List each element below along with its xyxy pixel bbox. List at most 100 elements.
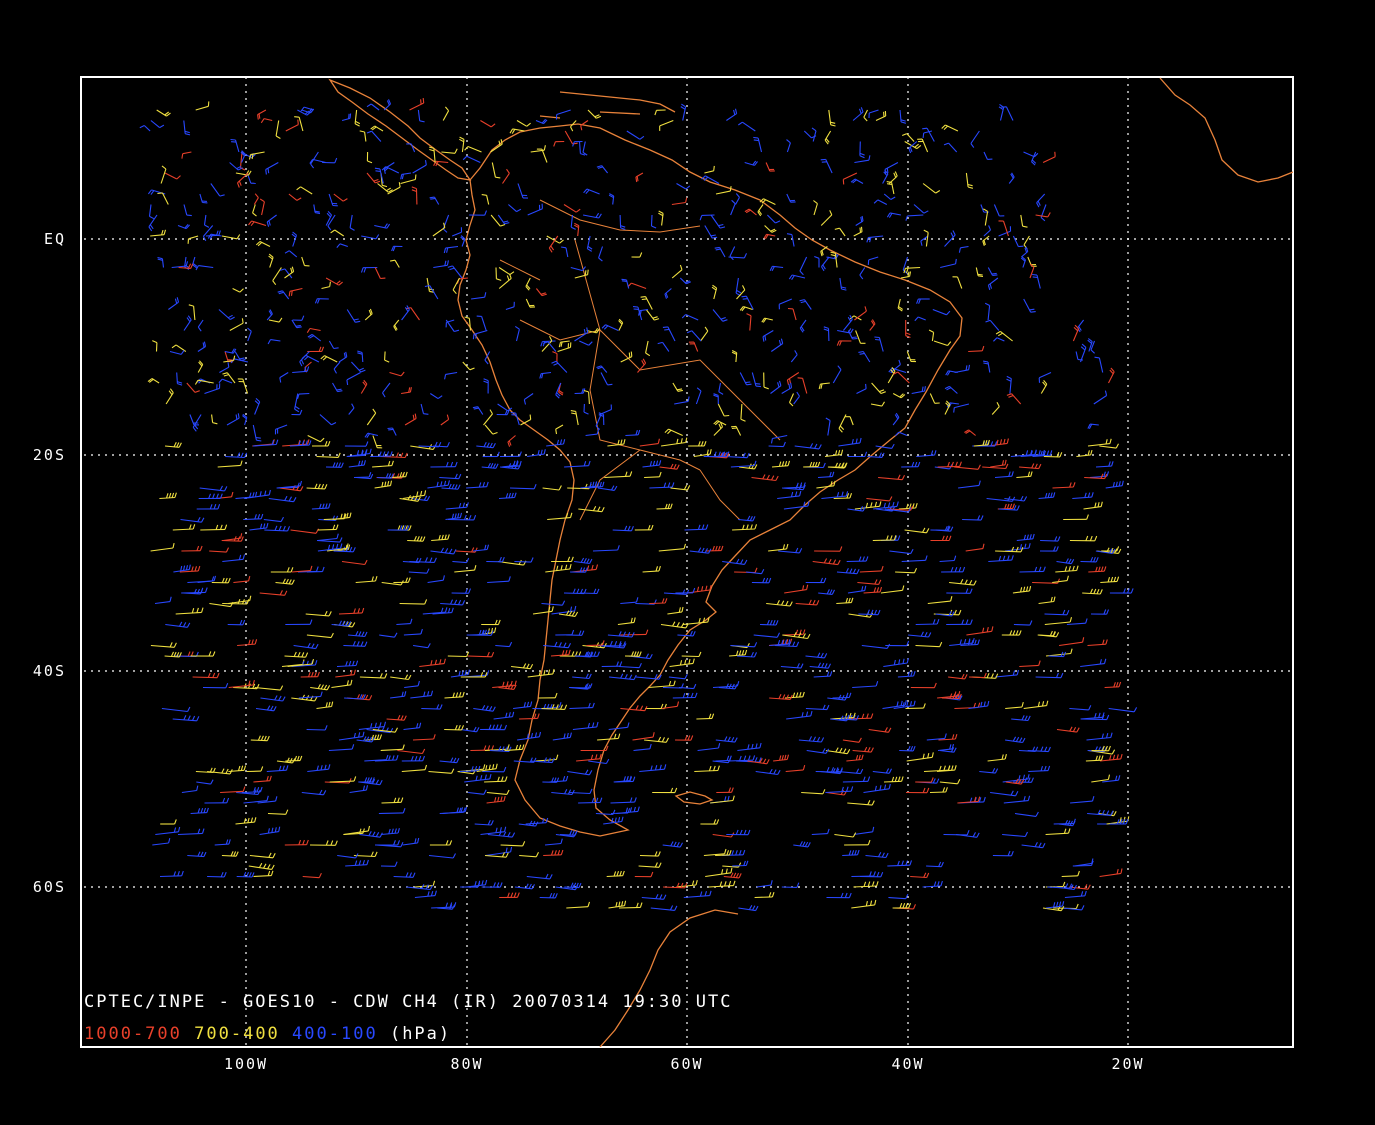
wind-barb	[626, 130, 645, 140]
wind-barb	[432, 222, 446, 237]
wind-barb	[859, 141, 865, 159]
wind-barb	[267, 809, 289, 815]
wind-barb	[180, 517, 205, 523]
wind-barb	[509, 483, 537, 490]
wind-barb	[917, 138, 929, 153]
wind-barb	[870, 401, 885, 407]
wind-barb	[670, 484, 691, 491]
wind-barb	[704, 165, 715, 174]
wind-barb	[910, 872, 930, 879]
wind-barb	[620, 705, 648, 712]
wind-barb	[370, 125, 384, 132]
wind-barb	[948, 673, 968, 680]
wind-barb	[911, 386, 926, 395]
wind-barb	[139, 125, 151, 132]
wind-barb	[679, 277, 692, 285]
wind-barb	[366, 408, 377, 426]
wind-barb	[814, 546, 843, 552]
wind-barb	[551, 605, 577, 615]
wind-barb	[700, 819, 720, 825]
wind-barb	[941, 124, 959, 132]
wind-barb	[710, 795, 735, 804]
wind-barb	[803, 461, 821, 468]
wind-barb	[217, 460, 243, 468]
wind-barb	[586, 327, 600, 334]
wind-barb	[582, 212, 602, 219]
wind-barb	[634, 524, 654, 531]
wind-barb	[939, 779, 961, 785]
wind-barb	[661, 437, 688, 447]
wind-barb	[806, 748, 830, 754]
wind-barb	[1080, 658, 1107, 668]
wind-barb	[222, 554, 246, 563]
wind-barb	[544, 838, 563, 846]
wind-barb	[892, 393, 906, 399]
wind-barb	[574, 269, 589, 279]
wind-barb	[428, 853, 456, 859]
wind-barb	[762, 330, 774, 342]
wind-barb	[543, 341, 557, 352]
pressure-legend: 1000-700 700-400 400-100 (hPa)	[84, 1024, 451, 1044]
wind-barb	[190, 807, 209, 815]
wind-barb	[832, 692, 852, 699]
lon-label-40w: 40W	[891, 1055, 925, 1073]
wind-barb	[214, 839, 231, 846]
wind-barb	[412, 160, 427, 174]
wind-barb	[473, 705, 496, 712]
wind-barb	[984, 302, 991, 321]
wind-barb	[766, 599, 793, 607]
wind-barb	[156, 109, 171, 117]
wind-barb	[1023, 298, 1036, 313]
wind-barb	[229, 318, 244, 331]
wind-barb	[1008, 172, 1015, 184]
wind-barb	[255, 241, 271, 247]
wind-barb	[572, 721, 599, 731]
wind-barb	[207, 233, 222, 240]
wind-barb	[657, 341, 670, 352]
wind-barb	[498, 273, 512, 289]
wind-barb	[897, 298, 904, 312]
wind-barb	[946, 619, 973, 626]
wind-barb	[814, 255, 820, 268]
wind-barb	[290, 528, 319, 534]
wind-barb	[975, 267, 984, 278]
wind-barb	[639, 764, 667, 773]
wind-barb	[645, 340, 651, 357]
wind-barb	[991, 401, 1000, 415]
wind-barb	[751, 372, 762, 388]
wind-barb	[820, 768, 843, 775]
wind-barb	[717, 403, 730, 417]
wind-barb	[1012, 235, 1024, 248]
wind-barb	[181, 545, 203, 552]
wind-barb	[235, 492, 255, 500]
wind-barb	[380, 828, 400, 836]
wind-barb	[737, 742, 762, 752]
wind-barb	[642, 565, 661, 573]
wind-barb	[466, 481, 489, 489]
wind-barb	[345, 859, 369, 867]
legend-mid-level: 700-400	[194, 1024, 280, 1044]
wind-barb	[408, 568, 430, 574]
wind-barb	[444, 691, 465, 699]
wind-barb	[374, 223, 391, 229]
wind-barb	[778, 298, 793, 310]
wind-barb	[722, 558, 748, 565]
wind-barb	[346, 372, 361, 385]
wind-barb	[390, 691, 407, 699]
wind-barb	[455, 547, 478, 553]
wind-barb	[396, 618, 413, 626]
wind-barb	[266, 309, 273, 321]
wind-barb	[899, 745, 916, 752]
wind-barb	[715, 755, 732, 762]
wind-barb	[782, 631, 811, 640]
wind-barb	[865, 852, 889, 859]
wind-barb	[476, 442, 496, 449]
wind-barb	[683, 890, 712, 899]
wind-barb	[181, 151, 192, 159]
wind-barb	[634, 871, 654, 878]
wind-barb	[663, 589, 690, 595]
wind-barb	[165, 621, 191, 628]
wind-barb	[561, 246, 569, 258]
wind-barb	[1056, 726, 1080, 733]
wind-barb	[570, 120, 577, 132]
